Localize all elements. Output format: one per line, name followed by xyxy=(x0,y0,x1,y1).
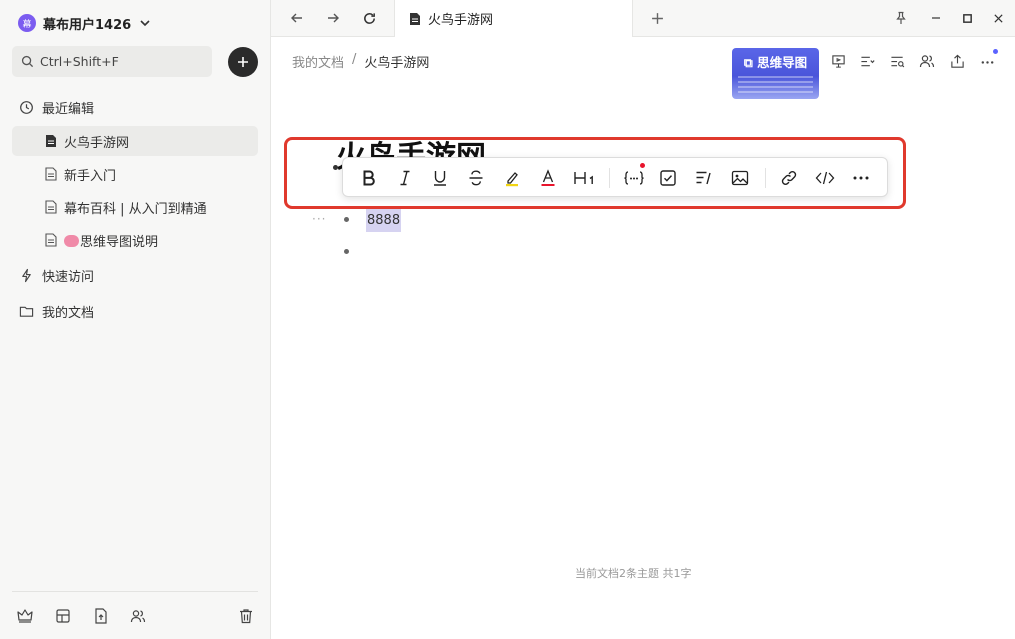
heading-icon[interactable] xyxy=(572,166,598,190)
nav-my-docs[interactable]: 我的文档 xyxy=(19,301,94,321)
bold-icon[interactable] xyxy=(357,166,381,190)
app-window: 幕 幕布用户1426 最近编辑 火鸟手游网 新手入门 幕布百科 | 从入门到精通 xyxy=(0,0,1015,639)
avatar: 幕 xyxy=(18,14,36,32)
document-icon xyxy=(45,167,57,181)
text-color-icon[interactable] xyxy=(536,166,560,190)
search-box[interactable] xyxy=(12,46,212,77)
drag-handle-icon[interactable]: ··· xyxy=(312,212,326,226)
highlight-pen-icon[interactable] xyxy=(500,166,524,190)
node-bullet[interactable] xyxy=(344,217,349,222)
nav-quick-access-label: 快速访问 xyxy=(42,269,95,285)
sidebar-doc-item[interactable]: 火鸟手游网 xyxy=(12,126,258,156)
presentation-icon[interactable] xyxy=(829,52,847,70)
minimize-icon[interactable] xyxy=(927,9,945,27)
trash-icon[interactable] xyxy=(237,607,255,625)
note-icon[interactable] xyxy=(692,166,716,190)
breadcrumb: 我的文档 / 火鸟手游网 xyxy=(292,52,429,71)
new-tab-icon[interactable] xyxy=(648,9,666,27)
outline-node-empty[interactable] xyxy=(366,241,566,261)
link-icon[interactable] xyxy=(777,166,801,190)
doc-label: 幕布百科 | 从入门到精通 xyxy=(64,201,207,217)
more-options-icon[interactable] xyxy=(978,52,996,70)
crown-icon[interactable] xyxy=(16,607,34,625)
checkbox-icon[interactable] xyxy=(656,166,680,190)
document-icon xyxy=(45,233,57,247)
find-in-doc-icon[interactable] xyxy=(888,52,906,70)
code-icon[interactable] xyxy=(813,166,837,190)
collaborators-icon[interactable] xyxy=(918,52,936,70)
add-button[interactable] xyxy=(228,47,258,77)
new-feature-dot xyxy=(640,163,645,168)
more-format-icon[interactable] xyxy=(621,166,647,190)
outline-node-text[interactable]: 8888 xyxy=(366,209,402,232)
back-icon[interactable] xyxy=(288,9,306,27)
notification-badge xyxy=(993,49,998,54)
sidebar-doc-item[interactable]: 新手入门 xyxy=(12,159,258,189)
status-bar-text: 当前文档2条主题 共1字 xyxy=(575,567,692,580)
sidebar-doc-item[interactable]: 思维导图说明 xyxy=(12,225,258,255)
italic-icon[interactable] xyxy=(393,166,417,190)
nav-quick-access[interactable]: 快速访问 xyxy=(19,265,94,285)
nav-recent-label: 最近编辑 xyxy=(42,101,95,117)
toolbar-divider xyxy=(609,168,610,188)
search-input[interactable] xyxy=(40,54,200,69)
sidebar-footer xyxy=(0,607,271,627)
mindmap-button-label: ⧉ 思维导图 xyxy=(743,55,808,70)
user-name: 幕布用户1426 xyxy=(43,17,132,33)
close-icon[interactable] xyxy=(989,9,1007,27)
clock-icon xyxy=(20,100,33,114)
user-menu[interactable]: 幕 幕布用户1426 xyxy=(18,13,152,33)
nav-recent[interactable]: 最近编辑 xyxy=(19,97,94,117)
lightning-icon xyxy=(22,268,31,282)
chevron-down-icon xyxy=(140,20,150,27)
image-icon[interactable] xyxy=(728,166,752,190)
maximize-icon[interactable] xyxy=(958,9,976,27)
document-icon xyxy=(45,200,57,214)
breadcrumb-separator: / xyxy=(352,52,357,67)
document-filled-icon xyxy=(410,12,420,25)
doc-label: 思维导图说明 xyxy=(64,231,158,250)
sidebar-divider xyxy=(12,591,258,592)
title-bar: 火鸟手游网 xyxy=(271,0,1015,37)
format-toolbar xyxy=(342,157,888,197)
refresh-icon[interactable] xyxy=(360,9,378,27)
mindmap-preview xyxy=(738,76,813,96)
mindmap-button[interactable]: ⧉ 思维导图 xyxy=(732,48,819,99)
node-bullet[interactable] xyxy=(344,249,349,254)
sidebar-doc-item[interactable]: 幕布百科 | 从入门到精通 xyxy=(12,192,258,222)
doc-label: 新手入门 xyxy=(64,168,117,184)
sidebar: 幕 幕布用户1426 最近编辑 火鸟手游网 新手入门 幕布百科 | 从入门到精通 xyxy=(0,0,271,639)
brain-emoji-icon xyxy=(64,234,79,247)
share-export-icon[interactable] xyxy=(948,52,966,70)
outline-collapse-icon[interactable] xyxy=(858,52,876,70)
users-icon[interactable] xyxy=(129,607,147,625)
template-icon[interactable] xyxy=(54,607,72,625)
doc-label: 火鸟手游网 xyxy=(64,135,130,151)
tab-active-document[interactable]: 火鸟手游网 xyxy=(394,0,633,37)
forward-icon[interactable] xyxy=(324,9,342,27)
underline-icon[interactable] xyxy=(428,166,452,190)
import-icon[interactable] xyxy=(92,607,110,625)
folder-icon xyxy=(19,306,34,317)
strikethrough-icon[interactable] xyxy=(464,166,488,190)
more-icon[interactable] xyxy=(849,166,873,190)
document-filled-icon xyxy=(46,135,56,147)
tab-title: 火鸟手游网 xyxy=(428,13,494,28)
pin-icon[interactable] xyxy=(892,9,910,27)
search-icon xyxy=(21,55,34,68)
breadcrumb-root[interactable]: 我的文档 xyxy=(292,52,344,71)
plus-icon xyxy=(238,57,248,67)
toolbar-divider xyxy=(765,168,766,188)
breadcrumb-current: 火鸟手游网 xyxy=(364,56,430,71)
nav-my-docs-label: 我的文档 xyxy=(42,305,95,321)
